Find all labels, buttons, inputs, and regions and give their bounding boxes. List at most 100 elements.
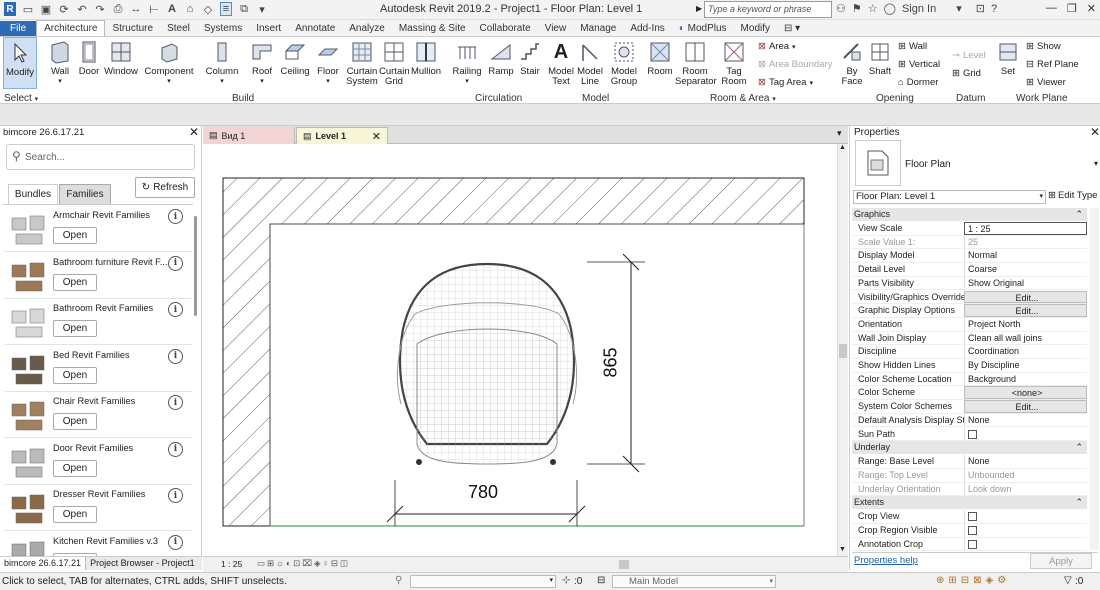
tab-massing-site[interactable]: Massing & Site [392,21,473,36]
tab-view[interactable]: View [538,21,574,36]
sign-in-link[interactable]: Sign In [902,3,936,15]
info-icon[interactable]: i [168,302,183,317]
railing-button[interactable]: Railing ▾ [452,37,482,87]
properties-help-link[interactable]: Properties help [854,555,918,566]
section-extents[interactable]: Extents ⌃ [852,496,1087,510]
section-underlay[interactable]: Underlay ⌃ [852,441,1087,455]
open-icon[interactable]: ▭ [22,2,34,16]
sync-icon[interactable]: ⟳ [58,2,70,16]
property-checkbox[interactable] [968,429,977,439]
family-open-button[interactable]: Open [53,320,97,337]
curtain-grid-button[interactable]: Curtain Grid [378,37,410,87]
tab-modify[interactable]: Modify [734,21,777,36]
model-line-button[interactable]: Model Line [576,37,604,87]
area-button[interactable]: ⊠ Area ▾ [758,41,796,52]
column-button[interactable]: Column ▾ [204,37,240,87]
design-options-icon[interactable]: ⊟ [597,575,605,586]
dimension-icon[interactable]: ⊢ [148,2,160,16]
tab-insert[interactable]: Insert [249,21,288,36]
scroll-down-icon[interactable]: ▼ [839,546,846,553]
section-graphics[interactable]: Graphics ⌃ [852,208,1087,221]
property-value[interactable]: Edit... [964,304,1087,317]
mullion-button[interactable]: Mullion [410,37,442,77]
roof-button[interactable]: Roof ▾ [248,37,276,87]
area-boundary-button[interactable]: ⊠ Area Boundary [758,59,832,70]
type-dropdown-icon[interactable]: ▾ [1094,159,1098,168]
info-icon[interactable]: i [168,395,183,410]
print-icon[interactable]: ⎙ [112,2,124,16]
tab-systems[interactable]: Systems [197,21,249,36]
help-search-input[interactable]: Type a keyword or phrase [704,1,832,18]
select-group[interactable]: Select ▾ [4,93,38,104]
view-tab-vid1[interactable]: ▤ Вид 1 [203,127,295,144]
tab-file[interactable]: File [0,21,37,36]
maximize-icon[interactable]: ❐ [1067,2,1077,15]
family-open-button[interactable]: Open [53,366,97,384]
user-icon[interactable]: ◯ [884,2,896,15]
filter-icon[interactable]: ▽ [1064,575,1072,586]
scroll-thumb[interactable] [839,344,847,358]
family-search-input[interactable]: ⚲ Search... [6,144,195,170]
undo-icon[interactable]: ↶ [76,2,88,16]
wall-opening-button[interactable]: ⊞ Wall [898,41,927,52]
info-icon[interactable]: i [168,348,183,364]
thin-lines-icon[interactable]: ≡ [220,2,232,16]
room-button[interactable]: Room [646,37,674,77]
info-icon[interactable]: i [168,441,183,457]
property-value[interactable]: None [964,455,1087,468]
tab-manage[interactable]: Manage [573,21,623,36]
binoculars-icon[interactable]: ⚇ [836,2,846,15]
close-hidden-icon[interactable]: ⧉ [238,2,250,16]
property-value[interactable]: Normal [964,249,1087,263]
edit-type-button[interactable]: ⊞ Edit Type [1048,190,1097,201]
family-open-button[interactable]: Open [53,413,97,430]
horizontal-scroll-thumb[interactable] [619,560,629,569]
family-open-button[interactable]: Open [53,506,97,523]
tab-families[interactable]: Families [59,184,111,204]
window-button[interactable]: Window [103,37,139,77]
tab-architecture[interactable]: Architecture [36,20,106,36]
tab-bimcore[interactable]: bimcore 26.6.17.21 [0,557,87,570]
info-icon[interactable]: i [168,255,183,271]
view-control-icons[interactable]: ▭⊞☼◐⊡⌧◈♀⊟◫ [257,558,350,569]
property-value[interactable]: By Discipline [964,359,1087,372]
armchair-model[interactable] [396,262,578,465]
view-tab-level1[interactable]: ▤ Level 1 ✕ [296,127,388,144]
grid-button[interactable]: ⊞ Grid [952,68,981,79]
apply-button[interactable]: Apply [1030,553,1092,569]
property-value[interactable]: Edit... [964,290,1087,304]
section-icon[interactable]: ◇ [202,2,214,16]
shaft-button[interactable]: Shaft [866,37,894,77]
family-open-button[interactable]: Open [53,459,97,477]
property-value[interactable]: Project North [964,317,1087,331]
collapse-icon[interactable]: ⌃ [1075,496,1083,509]
family-list-scrollbar[interactable] [194,216,197,316]
property-checkbox[interactable] [968,512,977,522]
viewer-button[interactable]: ⊞ Viewer [1026,77,1066,88]
tab-analyze[interactable]: Analyze [342,21,392,36]
close-icon[interactable]: ✕ [1087,2,1096,15]
info-icon[interactable]: i [168,534,183,550]
floor-button[interactable]: Floor ▾ [314,37,342,87]
editable-only-icon[interactable]: ⊹ [562,575,570,586]
panel-close-icon[interactable]: ✕ [189,125,199,139]
modify-button[interactable]: Modify [3,37,37,89]
component-button[interactable]: Component ▾ [143,37,195,87]
tab-steel[interactable]: Steel [160,21,197,36]
view-tabs-menu-icon[interactable]: ▾ [837,128,842,139]
sign-in-dropdown-icon[interactable]: ▾ [956,2,962,15]
exchange-icon[interactable]: ⊡ [976,2,985,15]
selection-filter-icons[interactable]: ⊕⊞⊟⊠◈⚙ [936,575,1010,586]
set-button[interactable]: Set [996,37,1020,77]
save-icon[interactable]: ▣ [40,2,52,16]
collapse-icon[interactable]: ⌃ [1075,441,1083,454]
show-button[interactable]: ⊞ Show [1026,41,1061,52]
property-checkbox[interactable] [968,526,977,535]
search-expand-icon[interactable]: ▶ [696,4,702,13]
qat-dropdown-icon[interactable]: ▾ [256,2,268,16]
tab-annotate[interactable]: Annotate [288,21,342,36]
ribbon-options-icon[interactable]: ⊟ ▾ [777,21,807,36]
model-group-button[interactable]: Model Group [608,37,640,87]
property-value[interactable]: <none> [964,386,1087,400]
wall-button[interactable]: Wall ▾ [44,37,76,87]
